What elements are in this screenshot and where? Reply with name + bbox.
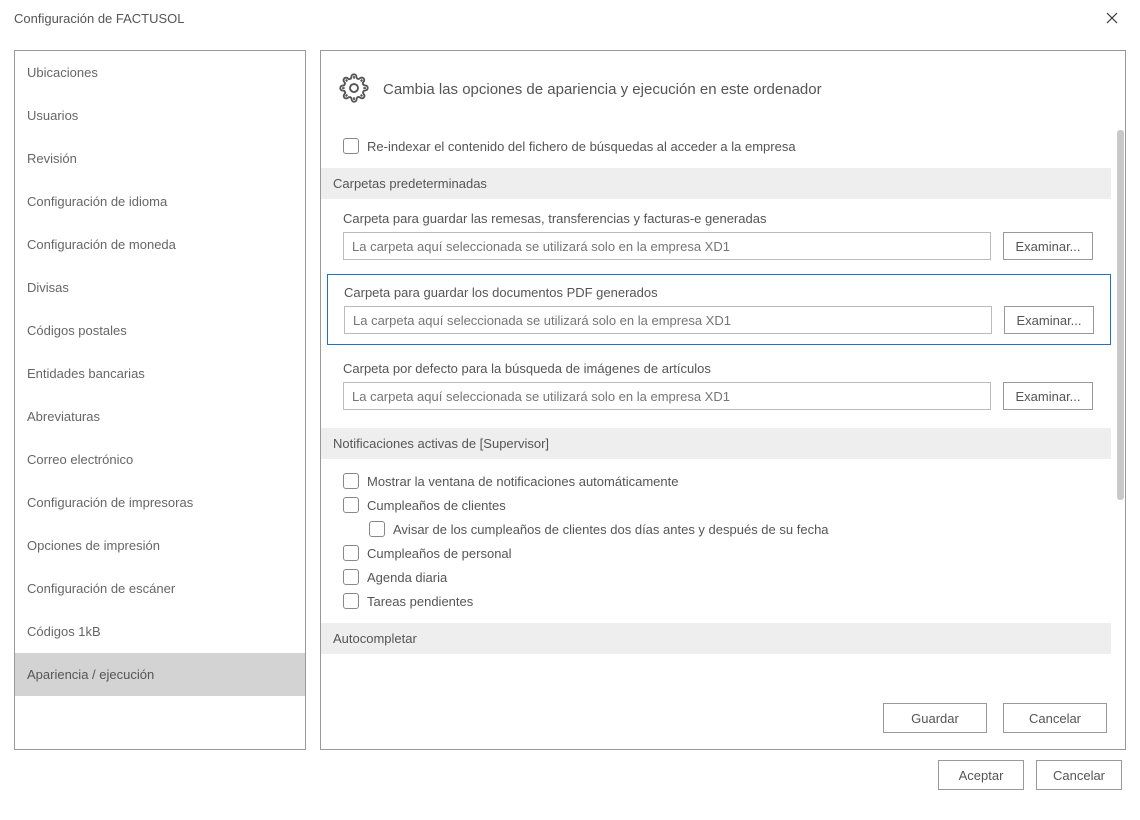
notification-label: Agenda diaria [367, 570, 447, 585]
content-header: Cambia las opciones de apariencia y ejec… [321, 51, 1125, 124]
browse-button[interactable]: Examinar... [1003, 232, 1093, 260]
notification-checkbox[interactable] [343, 593, 359, 609]
window-title: Configuración de FACTUSOL [14, 11, 185, 26]
browse-button[interactable]: Examinar... [1004, 306, 1094, 334]
sidebar-item[interactable]: Códigos postales [15, 309, 305, 352]
sidebar-item[interactable]: Abreviaturas [15, 395, 305, 438]
reindex-checkbox[interactable] [343, 138, 359, 154]
cancel-inner-button[interactable]: Cancelar [1003, 703, 1107, 733]
notification-item: Cumpleaños de personal [343, 541, 1093, 565]
folder-group: Carpeta por defecto para la búsqueda de … [321, 349, 1115, 420]
sidebar-item[interactable]: Códigos 1kB [15, 610, 305, 653]
browse-button[interactable]: Examinar... [1003, 382, 1093, 410]
notification-label: Cumpleaños de personal [367, 546, 512, 561]
folder-group: Carpeta para guardar las remesas, transf… [321, 199, 1115, 270]
reindex-label: Re-indexar el contenido del fichero de b… [367, 139, 796, 154]
cancel-button[interactable]: Cancelar [1036, 760, 1122, 790]
content-subtitle: Cambia las opciones de apariencia y ejec… [383, 81, 822, 98]
folder-input[interactable] [343, 382, 991, 410]
save-button[interactable]: Guardar [883, 703, 987, 733]
notifications-section-header: Notificaciones activas de [Supervisor] [321, 428, 1111, 459]
sidebar-item[interactable]: Configuración de escáner [15, 567, 305, 610]
main-area: UbicacionesUsuariosRevisiónConfiguración… [0, 36, 1140, 760]
sidebar-item[interactable]: Entidades bancarias [15, 352, 305, 395]
gear-icon [339, 73, 369, 106]
sidebar-item[interactable]: Correo electrónico [15, 438, 305, 481]
sidebar: UbicacionesUsuariosRevisiónConfiguración… [14, 50, 306, 750]
titlebar: Configuración de FACTUSOL [0, 0, 1140, 36]
sidebar-item[interactable]: Ubicaciones [15, 51, 305, 94]
accept-button[interactable]: Aceptar [938, 760, 1024, 790]
sidebar-item[interactable]: Opciones de impresión [15, 524, 305, 567]
notification-item: Cumpleaños de clientes [343, 493, 1093, 517]
folder-row: Examinar... [344, 306, 1094, 334]
notification-item: Mostrar la ventana de notificaciones aut… [343, 469, 1093, 493]
dialog-footer: Aceptar Cancelar [0, 760, 1140, 804]
notification-item: Tareas pendientes [343, 589, 1093, 613]
scrollbar-thumb[interactable] [1117, 130, 1124, 500]
reindex-row: Re-indexar el contenido del fichero de b… [321, 124, 1115, 168]
folder-input[interactable] [343, 232, 991, 260]
notification-checkbox[interactable] [343, 569, 359, 585]
sidebar-item[interactable]: Usuarios [15, 94, 305, 137]
sidebar-item[interactable]: Configuración de impresoras [15, 481, 305, 524]
content-panel: Cambia las opciones de apariencia y ejec… [320, 50, 1126, 750]
scrollbar-track[interactable] [1117, 130, 1124, 683]
close-icon [1106, 12, 1118, 24]
folder-label: Carpeta por defecto para la búsqueda de … [343, 361, 1093, 376]
notification-checkbox[interactable] [343, 545, 359, 561]
notification-checkbox[interactable] [369, 521, 385, 537]
folder-input[interactable] [344, 306, 992, 334]
notification-item: Agenda diaria [343, 565, 1093, 589]
notification-label: Tareas pendientes [367, 594, 473, 609]
notification-item: Avisar de los cumpleaños de clientes dos… [369, 517, 1093, 541]
folder-label: Carpeta para guardar las remesas, transf… [343, 211, 1093, 226]
notification-checkbox[interactable] [343, 473, 359, 489]
notification-label: Cumpleaños de clientes [367, 498, 506, 513]
sidebar-item[interactable]: Divisas [15, 266, 305, 309]
sidebar-item[interactable]: Apariencia / ejecución [15, 653, 305, 696]
content-footer: Guardar Cancelar [321, 689, 1125, 749]
folder-row: Examinar... [343, 382, 1093, 410]
sidebar-item[interactable]: Configuración de moneda [15, 223, 305, 266]
notification-checkbox[interactable] [343, 497, 359, 513]
sidebar-item[interactable]: Revisión [15, 137, 305, 180]
sidebar-item[interactable]: Configuración de idioma [15, 180, 305, 223]
folder-row: Examinar... [343, 232, 1093, 260]
autocomplete-section-header: Autocompletar [321, 623, 1111, 654]
notification-label: Avisar de los cumpleaños de clientes dos… [393, 522, 829, 537]
notifications-list: Mostrar la ventana de notificaciones aut… [321, 459, 1115, 623]
notification-label: Mostrar la ventana de notificaciones aut… [367, 474, 678, 489]
folders-section-header: Carpetas predeterminadas [321, 168, 1111, 199]
folder-group: Carpeta para guardar los documentos PDF … [327, 274, 1111, 345]
folder-label: Carpeta para guardar los documentos PDF … [344, 285, 1094, 300]
close-button[interactable] [1098, 4, 1126, 32]
content-body: Re-indexar el contenido del fichero de b… [321, 124, 1125, 689]
